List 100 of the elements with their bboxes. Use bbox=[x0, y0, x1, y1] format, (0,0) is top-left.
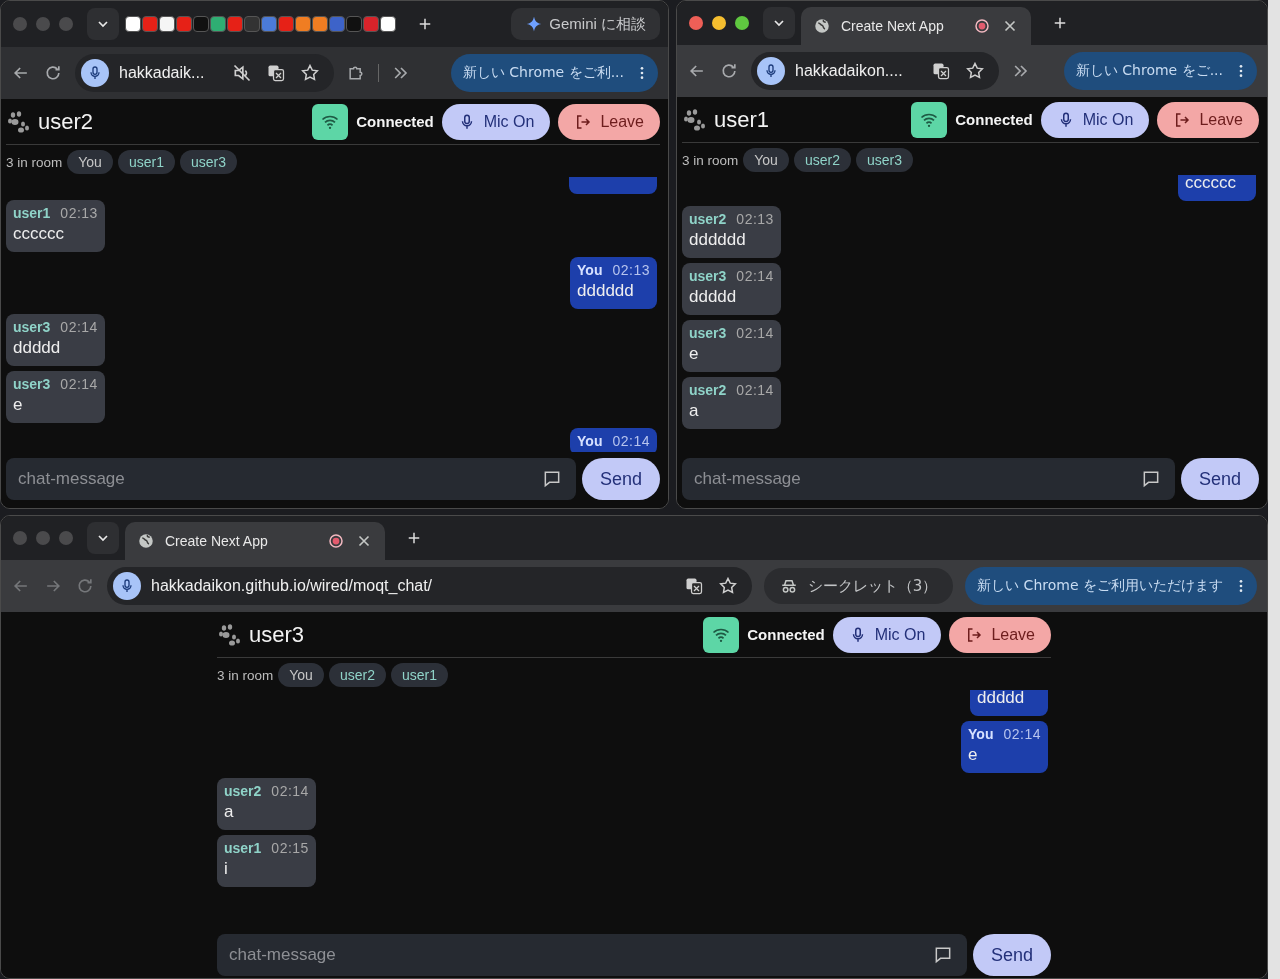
room-count: 3 in room bbox=[6, 154, 63, 170]
mic-icon[interactable] bbox=[113, 572, 141, 600]
message-time: 02:14 bbox=[271, 783, 309, 799]
translate-icon[interactable] bbox=[266, 63, 287, 83]
member-chip: You bbox=[278, 663, 324, 687]
message-text: a bbox=[224, 801, 235, 823]
sender-name: user2 bbox=[224, 783, 262, 799]
sender-name: You bbox=[577, 433, 603, 449]
chat-bubble-icon bbox=[933, 945, 953, 965]
favicon-icon[interactable] bbox=[125, 16, 141, 32]
window-control[interactable] bbox=[689, 16, 703, 30]
favicon-icon[interactable] bbox=[159, 16, 175, 32]
leave-icon bbox=[1173, 110, 1192, 129]
member-chip: user1 bbox=[390, 663, 448, 687]
mic-glyph-icon bbox=[119, 578, 135, 594]
message-text: e bbox=[13, 394, 24, 416]
message-time: 02:15 bbox=[271, 840, 309, 856]
mic-glyph-icon bbox=[763, 63, 779, 79]
browser-tab[interactable]: Create Next App bbox=[125, 522, 385, 560]
tab-list-button[interactable] bbox=[87, 522, 119, 554]
connection-status: Connected bbox=[747, 626, 825, 643]
mic-icon[interactable] bbox=[81, 59, 109, 87]
message-text: cccccc bbox=[1185, 175, 1237, 194]
message-input[interactable]: chat-message bbox=[682, 458, 1175, 500]
mic-button[interactable]: Mic On bbox=[1040, 101, 1150, 138]
message-text: dddddd bbox=[689, 229, 747, 251]
message-text: ddddd bbox=[13, 337, 62, 359]
message-text: dddddd bbox=[577, 280, 635, 302]
leave-icon bbox=[965, 625, 984, 644]
message-time: 02:14 bbox=[736, 268, 774, 284]
send-button[interactable]: Send bbox=[582, 458, 660, 500]
leave-button[interactable]: Leave bbox=[558, 103, 660, 140]
mic-button[interactable]: Mic On bbox=[832, 616, 942, 653]
sender-name: user2 bbox=[689, 382, 727, 398]
update-chrome-button[interactable]: 新しい Chrome をご... bbox=[1063, 52, 1257, 90]
url-text: hakkadaikon.... bbox=[795, 62, 903, 80]
address-bar[interactable]: hakkadaikon.... bbox=[751, 52, 999, 90]
incognito-button[interactable]: シークレット（3） bbox=[763, 568, 954, 604]
sender-name: user3 bbox=[13, 319, 51, 335]
reload-icon[interactable] bbox=[43, 63, 63, 83]
window-control[interactable] bbox=[735, 16, 749, 30]
tab-list-button[interactable] bbox=[763, 7, 795, 39]
message-time: 02:14 bbox=[612, 433, 650, 449]
message-time: 02:13 bbox=[60, 205, 98, 221]
tab-title: Create Next App bbox=[841, 18, 945, 34]
sender-name: user1 bbox=[13, 205, 51, 221]
member-chip: You bbox=[743, 148, 789, 172]
send-button[interactable]: Send bbox=[1181, 458, 1259, 500]
address-bar[interactable]: hakkadaikon.github.io/wired/moqt_chat/ bbox=[107, 567, 752, 605]
message-text: e bbox=[968, 744, 979, 766]
member-chip: You bbox=[67, 150, 113, 174]
username: user1 bbox=[714, 106, 770, 133]
username: user2 bbox=[38, 108, 94, 135]
send-button[interactable]: Send bbox=[973, 934, 1051, 976]
address-bar[interactable]: hakkadaik... bbox=[75, 54, 335, 92]
globe-icon bbox=[137, 532, 155, 550]
message-time: 02:14 bbox=[60, 376, 98, 392]
sender-name: You bbox=[577, 262, 603, 278]
message-input[interactable]: chat-message bbox=[6, 458, 576, 500]
chat-bubble-icon bbox=[542, 469, 562, 489]
mic-button[interactable]: Mic On bbox=[441, 103, 551, 140]
muted-speaker-icon[interactable] bbox=[232, 63, 253, 83]
message-text: a bbox=[689, 400, 700, 422]
message-time: 02:14 bbox=[736, 325, 774, 341]
tab-list-button[interactable] bbox=[87, 8, 119, 40]
star-icon[interactable] bbox=[300, 63, 321, 83]
star-icon[interactable] bbox=[717, 576, 738, 596]
leave-button[interactable]: Leave bbox=[949, 616, 1051, 653]
star-icon[interactable] bbox=[964, 61, 985, 81]
leave-button[interactable]: Leave bbox=[1157, 101, 1259, 138]
reload-icon[interactable] bbox=[719, 61, 739, 81]
connection-status: Connected bbox=[356, 113, 434, 130]
mic-icon[interactable] bbox=[757, 57, 785, 85]
message-input[interactable]: chat-message bbox=[217, 934, 967, 976]
member-chip: user1 bbox=[117, 150, 175, 174]
window-control[interactable] bbox=[712, 16, 726, 30]
member-chip: user2 bbox=[793, 148, 851, 172]
browser-tab[interactable]: Create Next App bbox=[801, 7, 1031, 45]
room-count: 3 in room bbox=[217, 667, 274, 683]
member-chip: user3 bbox=[179, 150, 237, 174]
url-text: hakkadaikon.github.io/wired/moqt_chat/ bbox=[151, 577, 433, 595]
reload-icon[interactable] bbox=[75, 576, 95, 596]
connection-status: Connected bbox=[955, 111, 1033, 128]
sender-name: user3 bbox=[13, 376, 51, 392]
message-text: cccccc bbox=[13, 223, 65, 245]
sender-name: user3 bbox=[689, 325, 727, 341]
member-chip: user2 bbox=[328, 663, 386, 687]
username: user3 bbox=[249, 621, 305, 648]
paw-icon bbox=[6, 109, 30, 134]
globe-icon bbox=[813, 17, 831, 35]
update-chrome-button[interactable]: 新しい Chrome をご利... bbox=[450, 54, 658, 92]
incognito-icon bbox=[779, 577, 798, 595]
update-chrome-button[interactable]: 新しい Chrome をご利用いただけます bbox=[965, 567, 1257, 605]
gemini-button[interactable]: Gemini に相談 bbox=[511, 8, 660, 40]
sender-name: user2 bbox=[689, 211, 727, 227]
message-text: e bbox=[689, 343, 700, 365]
sender-name: user3 bbox=[689, 268, 727, 284]
room-count: 3 in room bbox=[682, 152, 739, 168]
message-time: 02:14 bbox=[736, 382, 774, 398]
favicon-icon[interactable] bbox=[380, 16, 396, 32]
